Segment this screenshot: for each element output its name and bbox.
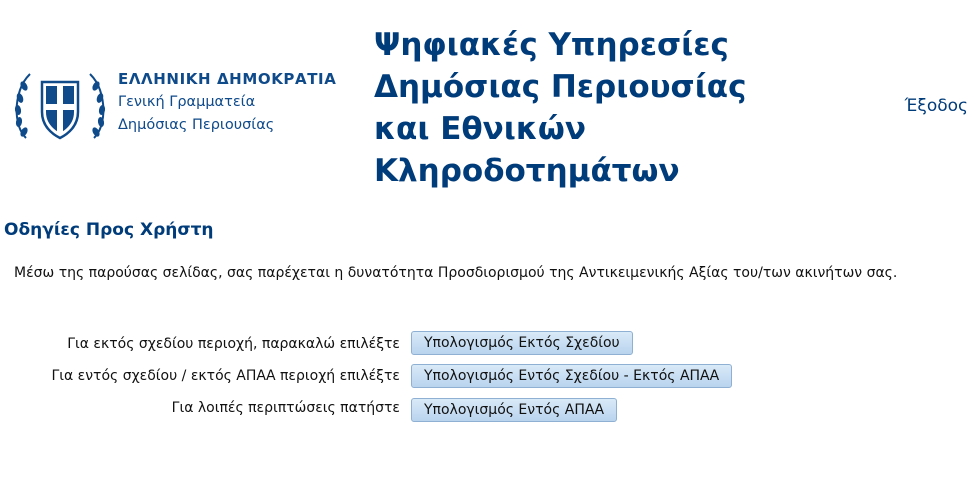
- site-title: Ψηφιακές Υπηρεσίες Δημόσιας Περιουσίας κ…: [374, 27, 747, 189]
- calc-outside-plan-button[interactable]: Υπολογισμός Εκτός Σχεδίου: [411, 331, 633, 355]
- logout-link[interactable]: Έξοδος: [905, 96, 968, 116]
- option-label-outside-plan: Για εκτός σχεδίου περιοχή, παρακαλώ επιλ…: [67, 336, 400, 352]
- section-title: Οδηγίες Προς Χρήστη: [4, 220, 214, 240]
- ministry-line-1: Γενική Γραμματεία: [118, 94, 256, 110]
- intro-text: Μέσω της παρούσας σελίδας, σας παρέχεται…: [14, 265, 898, 281]
- calc-inside-plan-button[interactable]: Υπολογισμός Εντός Σχεδίου - Εκτός ΑΠΑΑ: [411, 364, 733, 388]
- government-name: ΕΛΛΗΝΙΚΗ ΔΗΜΟΚΡΑΤΙΑ: [118, 70, 337, 88]
- greek-coat-of-arms-icon: [14, 73, 106, 140]
- calc-inside-apaa-button[interactable]: Υπολογισμός Εντός ΑΠΑΑ: [411, 398, 618, 422]
- option-label-inside-plan: Για εντός σχεδίου / εκτός ΑΠΑΑ περιοχή ε…: [51, 368, 400, 384]
- ministry-line-2: Δημόσιας Περιουσίας: [118, 117, 275, 133]
- option-label-other: Για λοιπές περιπτώσεις πατήστε: [171, 400, 400, 416]
